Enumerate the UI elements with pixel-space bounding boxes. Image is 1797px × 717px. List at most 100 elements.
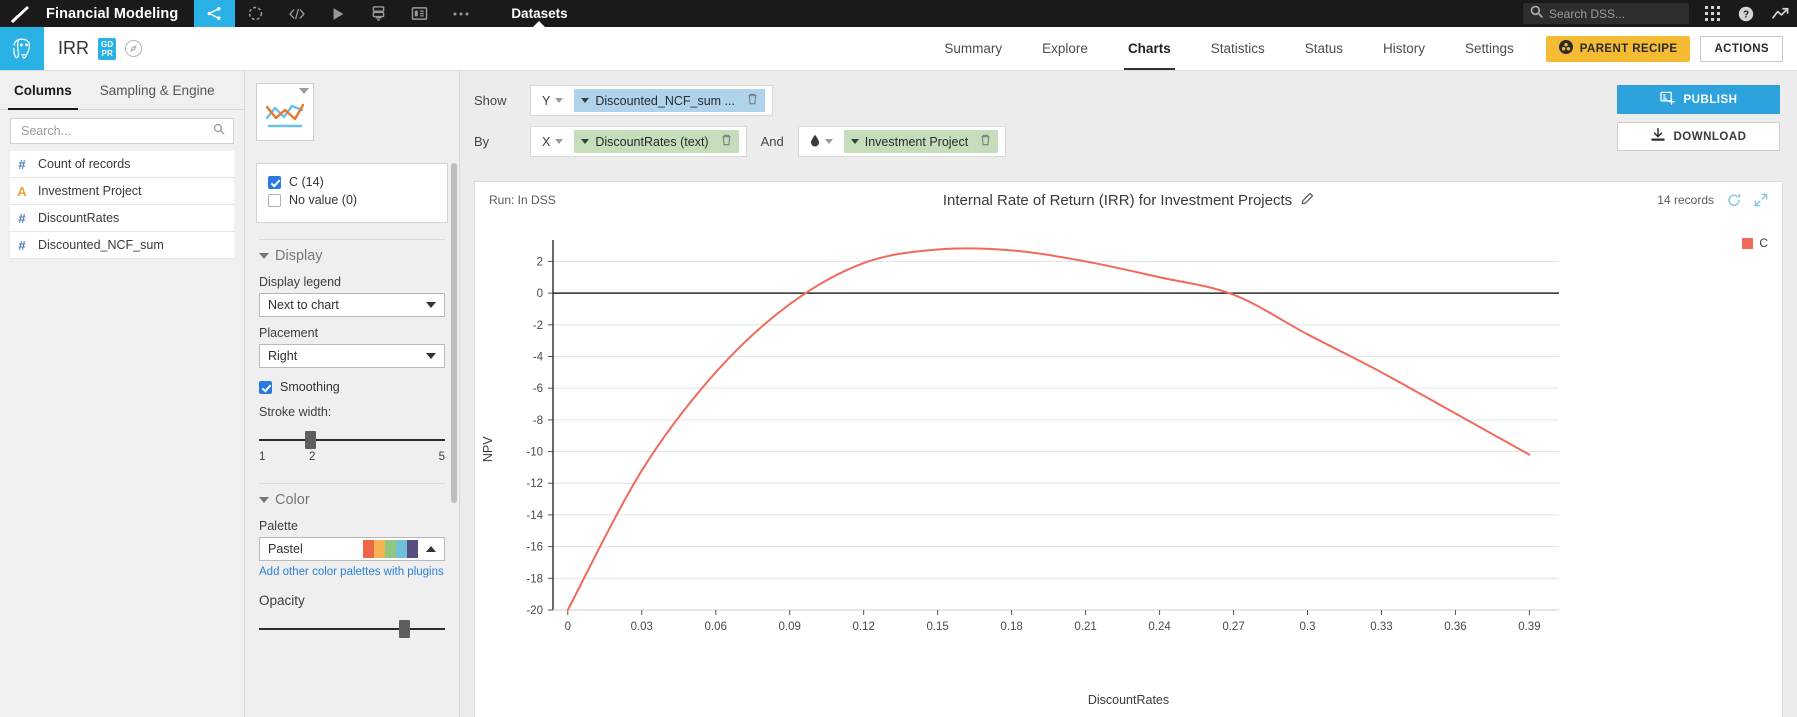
trash-icon[interactable] — [980, 134, 991, 149]
tab-summary[interactable]: Summary — [924, 27, 1022, 70]
more-icon[interactable] — [440, 0, 481, 27]
chevron-down-icon — [555, 139, 564, 144]
columns-search[interactable] — [10, 118, 234, 144]
search-icon — [1530, 5, 1543, 23]
chart-type-selector[interactable] — [256, 83, 314, 141]
tab-summary-label: Summary — [944, 41, 1003, 56]
show-label: Show — [474, 93, 507, 108]
y-measure-label: Discounted_NCF_sum ... — [595, 93, 735, 108]
x-axis-selector[interactable]: X — [538, 135, 567, 149]
placement-label: Placement — [259, 326, 319, 340]
palette-select[interactable]: Pastel — [259, 537, 445, 561]
checkbox-icon[interactable] — [259, 380, 272, 394]
placement-select[interactable]: Right — [259, 344, 445, 368]
chart-title[interactable]: Internal Rate of Return (IRR) for Invest… — [943, 192, 1292, 209]
apps-grid-icon[interactable] — [1695, 0, 1729, 27]
y-measure-pill[interactable]: Discounted_NCF_sum ... — [574, 89, 765, 112]
stroke-width-slider[interactable] — [259, 429, 445, 451]
column-type-icon: # — [18, 156, 26, 172]
publish-button[interactable]: PUBLISH — [1617, 85, 1780, 114]
panel-tab-sampling[interactable]: Sampling & Engine — [86, 71, 229, 109]
series-checkbox-c[interactable]: C (14) — [268, 173, 436, 191]
column-item-count-of-records[interactable]: # Count of records — [10, 151, 234, 178]
chevron-down-icon — [824, 139, 833, 144]
project-name[interactable]: Financial Modeling — [40, 0, 194, 27]
column-item-investment-project[interactable]: A Investment Project — [10, 178, 234, 205]
section-label: Datasets — [511, 6, 568, 21]
x-axis-label: X — [542, 134, 551, 149]
slider-knob[interactable] — [399, 620, 410, 638]
settings-panel-scrollbar[interactable] — [451, 163, 457, 503]
gdpr-badge[interactable]: GD PR — [98, 37, 117, 60]
chart-legend[interactable]: C — [1742, 236, 1768, 250]
chevron-down-icon — [581, 139, 590, 144]
tab-statistics[interactable]: Statistics — [1191, 27, 1285, 70]
recipes-icon[interactable] — [235, 0, 276, 27]
section-color[interactable]: Color — [259, 484, 445, 510]
search-input[interactable] — [1543, 5, 1682, 22]
refresh-icon[interactable] — [1727, 193, 1741, 207]
parent-recipe-button[interactable]: PARENT RECIPE — [1545, 35, 1691, 62]
tab-settings-label: Settings — [1465, 41, 1514, 56]
trash-icon[interactable] — [747, 93, 758, 108]
scenarios-icon[interactable] — [317, 0, 358, 27]
checkbox-icon[interactable] — [268, 175, 281, 189]
svg-text:-10: -10 — [526, 447, 543, 459]
compass-icon[interactable] — [125, 40, 143, 57]
jobs-icon[interactable] — [358, 0, 399, 27]
global-search[interactable] — [1523, 3, 1689, 24]
section-datasets[interactable]: Datasets — [497, 0, 581, 28]
panel-tab-columns[interactable]: Columns — [0, 71, 86, 110]
series-checkbox-no-value[interactable]: No value (0) — [268, 191, 436, 209]
search-icon — [213, 122, 225, 140]
color-dimension-pill[interactable]: Investment Project — [843, 130, 999, 153]
x-axis-dropzone[interactable]: X DiscountRates (text) — [530, 126, 747, 157]
and-label: And — [760, 134, 784, 149]
section-display[interactable]: Display — [259, 240, 445, 266]
code-icon[interactable] — [276, 0, 317, 27]
palettes-plugin-link[interactable]: Add other color palettes with plugins — [259, 566, 445, 578]
chevron-down-icon — [555, 98, 564, 103]
columns-search-input[interactable] — [19, 123, 213, 139]
tab-explore[interactable]: Explore — [1022, 27, 1108, 70]
svg-text:-20: -20 — [526, 605, 543, 617]
color-dimension-dropzone[interactable]: Investment Project — [797, 126, 1007, 157]
tab-status[interactable]: Status — [1285, 27, 1363, 70]
palette-value: Pastel — [268, 542, 303, 556]
opacity-slider[interactable] — [259, 618, 445, 640]
column-item-discountrates[interactable]: # DiscountRates — [10, 205, 234, 232]
smoothing-checkbox[interactable]: Smoothing — [259, 378, 445, 396]
tab-history[interactable]: History — [1363, 27, 1445, 70]
dashboard-icon[interactable] — [399, 0, 440, 27]
svg-text:-12: -12 — [526, 478, 543, 490]
tab-settings[interactable]: Settings — [1445, 27, 1534, 70]
expand-icon[interactable] — [1754, 193, 1768, 207]
download-button[interactable]: DOWNLOAD — [1617, 122, 1780, 151]
y-axis-title: NPV — [481, 435, 495, 462]
chart-svg: 2 0 -2 -4 -6 -8 -10 -12 -14 -16 -18 -20 0 0.03 0.06 0.0… — [526, 240, 1559, 633]
y-axis-dropzone[interactable]: Y Discounted_NCF_sum ... — [530, 85, 773, 116]
svg-text:0.06: 0.06 — [705, 621, 727, 633]
svg-text:0.12: 0.12 — [852, 621, 874, 633]
slider-knob[interactable] — [305, 431, 316, 449]
display-legend-select[interactable]: Next to chart — [259, 293, 445, 317]
help-icon[interactable]: ? — [1729, 0, 1763, 27]
chart-card-header: Run: In DSS Internal Rate of Return (IRR… — [475, 182, 1782, 218]
tab-charts[interactable]: Charts — [1108, 27, 1191, 70]
color-axis-selector[interactable] — [806, 134, 837, 150]
x-dimension-pill[interactable]: DiscountRates (text) — [574, 130, 739, 153]
y-axis-selector[interactable]: Y — [538, 94, 567, 108]
svg-text:0.24: 0.24 — [1148, 621, 1171, 633]
activity-icon[interactable] — [1763, 0, 1797, 27]
actions-button[interactable]: ACTIONS — [1700, 35, 1783, 62]
stroke-width-scale: 1 2 5 — [259, 451, 445, 467]
dataset-header: IRR GD PR Summary Explore Charts Statist… — [0, 27, 1797, 71]
pencil-icon[interactable] — [1301, 192, 1314, 209]
dataiku-logo-icon[interactable] — [0, 0, 40, 27]
tab-history-label: History — [1383, 41, 1426, 56]
series-label: C (14) — [289, 175, 324, 189]
flow-icon[interactable] — [194, 0, 236, 27]
checkbox-icon[interactable] — [268, 193, 281, 207]
trash-icon[interactable] — [721, 134, 732, 149]
column-item-discounted-ncf-sum[interactable]: # Discounted_NCF_sum — [10, 232, 234, 259]
